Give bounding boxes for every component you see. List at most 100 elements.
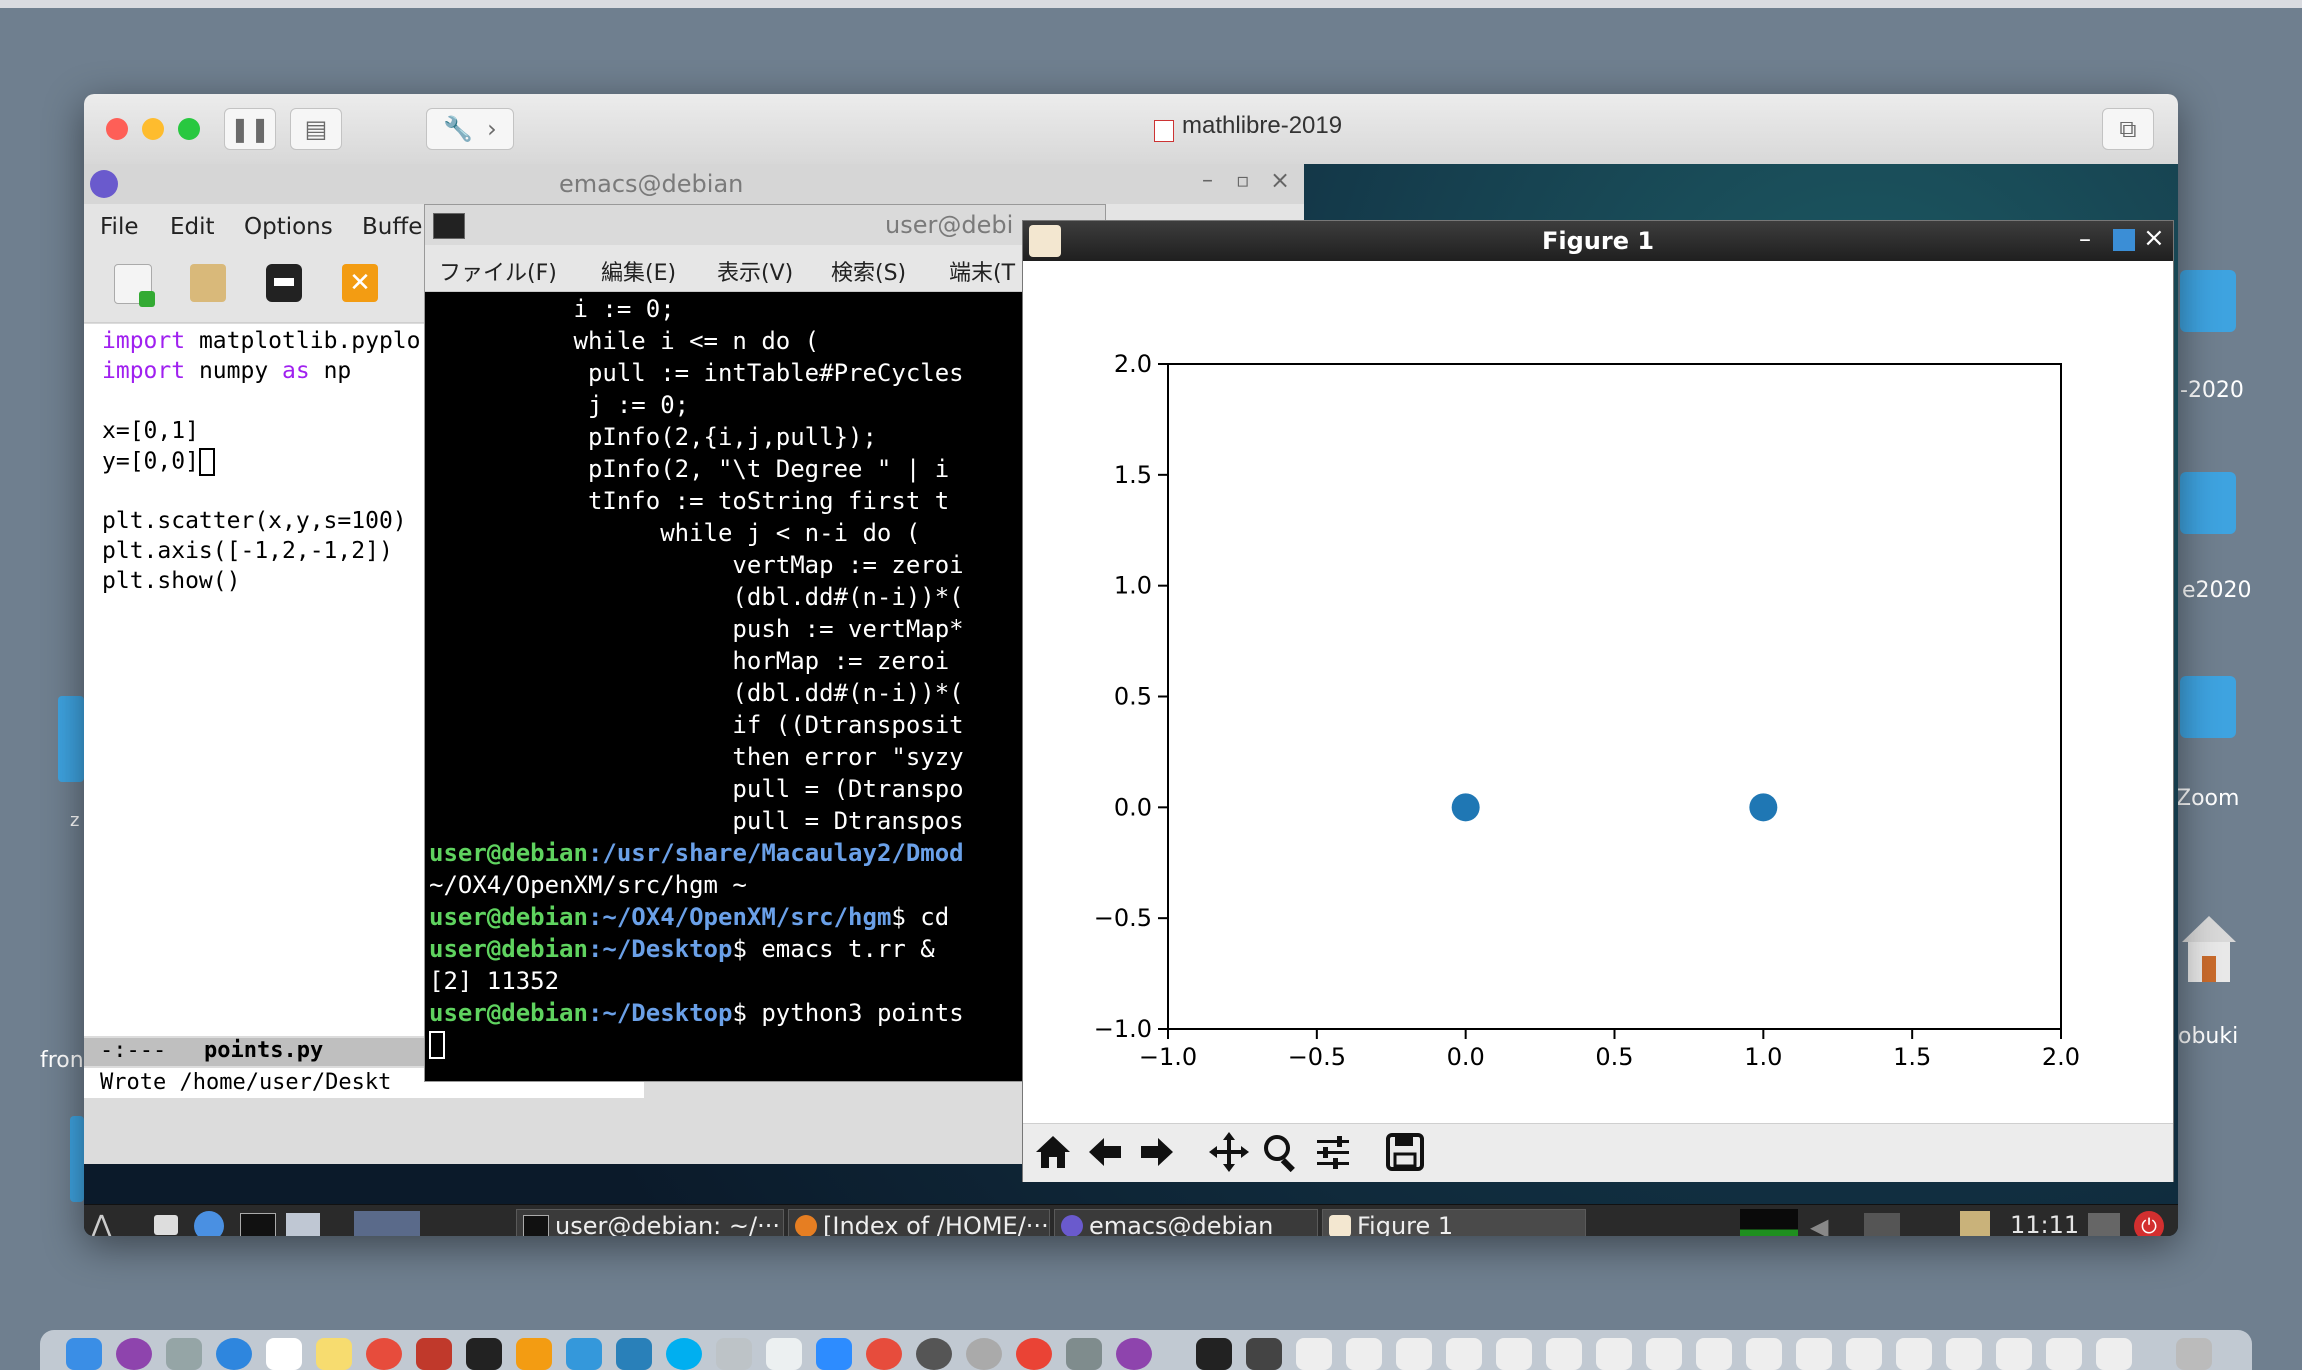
mail-icon[interactable]	[616, 1338, 652, 1370]
calendar-icon[interactable]	[266, 1338, 302, 1370]
window-thumbnail[interactable]	[1396, 1338, 1432, 1370]
desktop-folder-icon[interactable]	[2180, 270, 2236, 332]
window-thumbnail[interactable]	[1246, 1338, 1282, 1370]
taskbar-item-terminal[interactable]: user@debian: ~/···	[516, 1209, 784, 1236]
power-icon[interactable]: ⏻	[2134, 1211, 2164, 1236]
menu-edit[interactable]: 編集(E)	[601, 255, 676, 287]
window-thumbnail[interactable]	[1646, 1338, 1682, 1370]
window-thumbnail[interactable]	[1196, 1338, 1232, 1370]
menu-terminal[interactable]: 端末(T	[949, 255, 1015, 287]
desktop-label[interactable]: fron	[40, 1048, 84, 1073]
window-thumbnail[interactable]	[1446, 1338, 1482, 1370]
window-thumbnail[interactable]	[1896, 1338, 1932, 1370]
desktop-label[interactable]: obuki	[2178, 1024, 2238, 1049]
app-icon[interactable]	[1066, 1338, 1102, 1370]
window-thumbnail[interactable]	[1946, 1338, 1982, 1370]
menu-launcher-icon[interactable]: ⋀	[90, 1209, 138, 1236]
clipboard-icon[interactable]	[1960, 1211, 1990, 1236]
trash-icon[interactable]	[2176, 1338, 2212, 1370]
photos-icon[interactable]	[366, 1338, 402, 1370]
desktop-folder-icon[interactable]	[58, 696, 84, 782]
menu-search[interactable]: 検索(S)	[831, 255, 906, 287]
menu-file[interactable]: File	[100, 214, 139, 240]
desktop-label[interactable]: -2020	[2180, 378, 2244, 403]
terminal-icon[interactable]	[240, 1213, 276, 1236]
taskbar-item-browser[interactable]: [Index of /HOME/···	[788, 1209, 1050, 1236]
pan-button[interactable]	[1205, 1128, 1253, 1176]
fullscreen-button[interactable]: ⧉	[2102, 108, 2154, 150]
cancel-icon[interactable]: ✕	[342, 264, 378, 302]
maximize-icon[interactable]: ▫	[1236, 168, 1250, 192]
windows-icon[interactable]	[286, 1213, 320, 1236]
taskbar-item-emacs[interactable]: emacs@debian	[1054, 1209, 1318, 1236]
safari-icon[interactable]	[216, 1338, 252, 1370]
minimize-icon[interactable]: –	[1202, 168, 1213, 193]
configure-subplots-button[interactable]	[1309, 1128, 1357, 1176]
vm-app-icon[interactable]	[966, 1338, 1002, 1370]
siri-icon[interactable]	[116, 1338, 152, 1370]
window-thumbnail[interactable]	[1496, 1338, 1532, 1370]
preview-icon[interactable]	[716, 1338, 752, 1370]
finder-icon[interactable]	[66, 1338, 102, 1370]
forward-button[interactable]	[1133, 1128, 1181, 1176]
home-folder-icon[interactable]	[2178, 912, 2240, 992]
window-thumbnail[interactable]	[1546, 1338, 1582, 1370]
desktop-label[interactable]: Zoom	[2176, 786, 2239, 811]
maximize-icon[interactable]	[2113, 229, 2135, 251]
taskbar-item-figure[interactable]: Figure 1	[1322, 1209, 1586, 1236]
keyboard-icon[interactable]	[2088, 1213, 2120, 1236]
clock[interactable]: 11:11	[2010, 1211, 2079, 1236]
close-button[interactable]	[106, 118, 128, 140]
system-preferences-icon[interactable]	[916, 1338, 952, 1370]
open-folder-icon[interactable]	[190, 264, 226, 302]
books-icon[interactable]	[516, 1338, 552, 1370]
chrome-icon[interactable]	[1016, 1338, 1052, 1370]
launchpad-icon[interactable]	[166, 1338, 202, 1370]
window-thumbnail[interactable]	[1996, 1338, 2032, 1370]
window-thumbnail[interactable]	[1746, 1338, 1782, 1370]
zoom-app-icon[interactable]	[816, 1338, 852, 1370]
window-thumbnail[interactable]	[2096, 1338, 2132, 1370]
zoom-button[interactable]	[178, 118, 200, 140]
terminal-icon[interactable]	[466, 1338, 502, 1370]
network-icon[interactable]	[1864, 1213, 1900, 1236]
save-button[interactable]	[1381, 1128, 1429, 1176]
window-thumbnail[interactable]	[1846, 1338, 1882, 1370]
window-thumbnail[interactable]	[1596, 1338, 1632, 1370]
pause-button[interactable]: ❚❚	[224, 108, 276, 150]
snapshot-button[interactable]: ▤	[290, 108, 342, 150]
notes-icon[interactable]	[316, 1338, 352, 1370]
menu-options[interactable]: Options	[244, 214, 333, 240]
close-icon[interactable]: ×	[1270, 166, 1290, 194]
f5-icon[interactable]	[866, 1338, 902, 1370]
window-thumbnail[interactable]	[1696, 1338, 1732, 1370]
workspace-switcher[interactable]	[354, 1211, 420, 1236]
emacs-editor[interactable]: import matplotlib.pyplo import numpy as …	[84, 324, 424, 1036]
window-thumbnail[interactable]	[1296, 1338, 1332, 1370]
volume-icon[interactable]: ◀	[1810, 1213, 1828, 1236]
home-button[interactable]	[1029, 1128, 1077, 1176]
window-thumbnail[interactable]	[1346, 1338, 1382, 1370]
skype-icon[interactable]	[666, 1338, 702, 1370]
photo-booth-icon[interactable]	[416, 1338, 452, 1370]
emacs-dock-icon[interactable]	[1116, 1338, 1152, 1370]
pen-icon[interactable]	[766, 1338, 802, 1370]
file-manager-icon[interactable]	[154, 1215, 178, 1235]
menu-file[interactable]: ファイル(F)	[439, 255, 557, 287]
menu-edit[interactable]: Edit	[170, 214, 215, 240]
settings-button[interactable]: 🔧 ›	[426, 108, 514, 150]
minimize-icon[interactable]: –	[2079, 225, 2091, 253]
close-buffer-icon[interactable]	[266, 264, 302, 302]
window-thumbnail[interactable]	[2046, 1338, 2082, 1370]
new-file-icon[interactable]	[114, 264, 155, 307]
close-icon[interactable]: ×	[2143, 223, 2165, 253]
minimize-button[interactable]	[142, 118, 164, 140]
desktop-label[interactable]: e2020	[2182, 578, 2252, 603]
desktop-folder-icon[interactable]	[70, 1116, 84, 1202]
menu-view[interactable]: 表示(V)	[717, 255, 793, 287]
terminal-output[interactable]: i := 0; while i <= n do ( pull := intTab…	[425, 293, 1105, 1081]
window-thumbnail[interactable]	[1796, 1338, 1832, 1370]
plot-canvas[interactable]: −1.0 −0.5 0.0 0.5 1.0 1.5 2.0 −1.0 −0.5 0.0 0.5 1.0…	[1023, 261, 2173, 1123]
desktop-label[interactable]: z	[70, 810, 79, 831]
app-store-icon[interactable]	[566, 1338, 602, 1370]
